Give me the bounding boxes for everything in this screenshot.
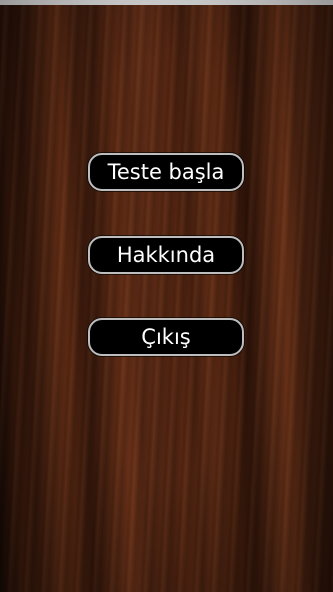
wood-background: Teste başla Hakkında Çıkış	[0, 0, 333, 592]
exit-button[interactable]: Çıkış	[88, 318, 244, 356]
start-test-button[interactable]: Teste başla	[88, 153, 244, 191]
about-button[interactable]: Hakkında	[88, 236, 244, 274]
main-menu: Teste başla Hakkında Çıkış	[0, 0, 333, 592]
